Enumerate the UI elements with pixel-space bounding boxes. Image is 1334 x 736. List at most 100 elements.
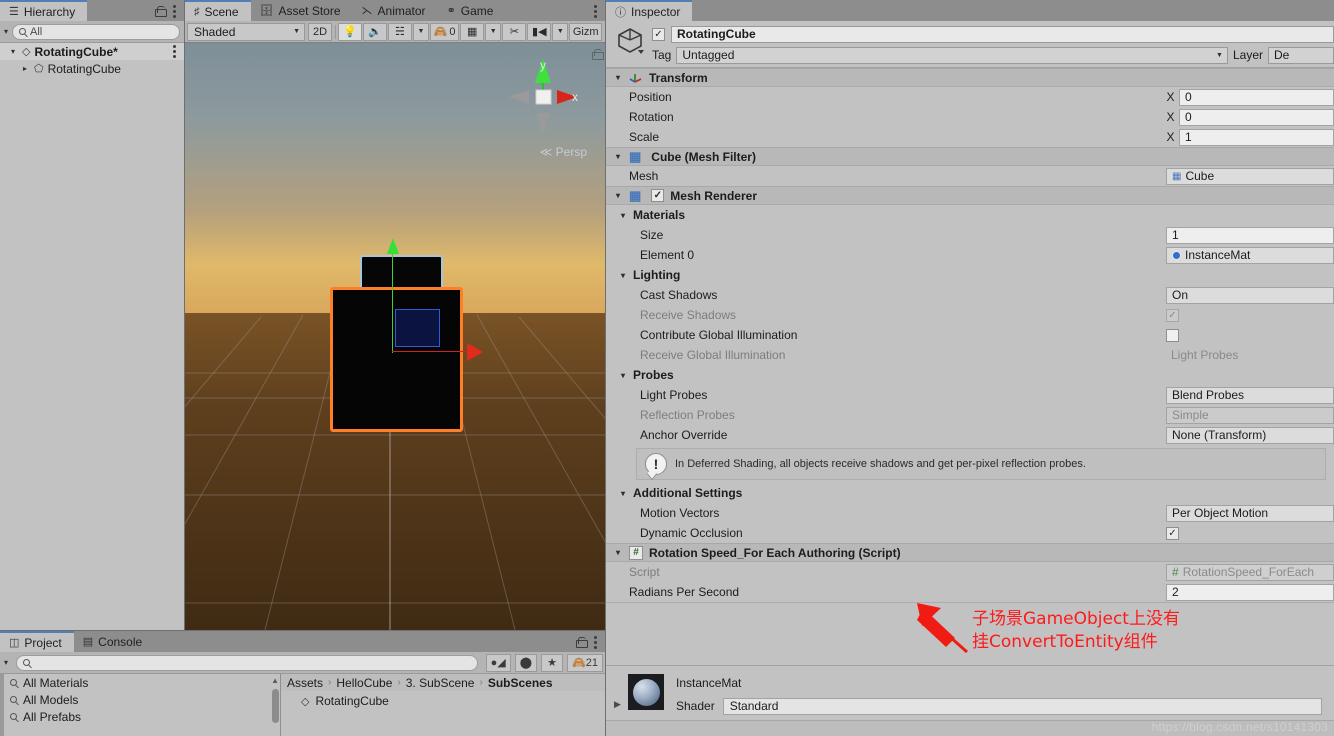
chevron-down-icon[interactable]: ▾ bbox=[8, 47, 18, 56]
chevron-down-icon[interactable]: ▾ bbox=[613, 73, 623, 82]
scene-lighting-toggle[interactable]: 💡 bbox=[337, 22, 362, 41]
additional-settings-group-row[interactable]: ▾ Additional Settings bbox=[606, 483, 1334, 503]
tab-project[interactable]: ◫ Project bbox=[0, 631, 74, 652]
transform-rotation-row: Rotation X 0 bbox=[606, 107, 1334, 127]
chevron-down-icon[interactable]: ▾ bbox=[613, 548, 623, 557]
gameobject-name-input[interactable]: RotatingCube bbox=[671, 25, 1334, 43]
gizmo-axis-y-handle[interactable] bbox=[387, 238, 399, 254]
scene-camera-caret[interactable]: ▼ bbox=[552, 22, 569, 41]
project-search-input[interactable] bbox=[16, 654, 478, 671]
element0-label: Element 0 bbox=[640, 248, 695, 262]
projection-label[interactable]: ≪ Persp bbox=[540, 145, 587, 159]
tab-asset-store[interactable]: 🗄 Asset Store bbox=[250, 0, 353, 21]
panel-resize-handle[interactable] bbox=[0, 674, 4, 736]
scene-menu-icon[interactable] bbox=[594, 5, 597, 18]
chevron-right-icon[interactable]: ▸ bbox=[20, 64, 30, 73]
lighting-group-row[interactable]: ▾ Lighting bbox=[606, 265, 1334, 285]
chevron-down-icon[interactable]: ▾ bbox=[613, 152, 623, 161]
tab-inspector[interactable]: ⓘ Inspector bbox=[606, 0, 693, 21]
chevron-down-icon[interactable]: ▾ bbox=[618, 489, 628, 498]
chevron-down-icon: ▼ bbox=[1216, 51, 1223, 59]
create-menu-icon[interactable]: ▾ bbox=[4, 658, 8, 667]
scene-hidden-objects-button[interactable]: 🙈 0 bbox=[429, 22, 460, 41]
shader-dropdown[interactable]: Standard bbox=[722, 697, 1322, 715]
tag-dropdown[interactable]: Untagged ▼ bbox=[676, 46, 1228, 64]
scroll-up-icon[interactable]: ▲ bbox=[271, 676, 279, 686]
mesh-object-field[interactable]: ▦ Cube bbox=[1166, 167, 1334, 185]
scene-audio-toggle[interactable]: 🔈 bbox=[362, 22, 387, 41]
chevron-right-icon[interactable]: ▶ bbox=[614, 699, 621, 710]
hierarchy-item-rotatingcube-object[interactable]: ▸ ⬠ RotatingCube bbox=[0, 60, 184, 77]
tab-console[interactable]: ▤ Console bbox=[73, 631, 155, 652]
breadcrumb-hellocube[interactable]: HelloCube bbox=[336, 676, 392, 690]
tab-hierarchy[interactable]: ☰ Hierarchy bbox=[0, 0, 88, 21]
project-favorite-all-models[interactable]: All Models bbox=[0, 691, 280, 708]
gizmo-axis-x-handle[interactable] bbox=[467, 343, 483, 361]
hierarchy-item-menu-icon[interactable] bbox=[173, 45, 176, 58]
project-hidden-button[interactable]: 🙈 21 bbox=[567, 653, 603, 672]
cast-shadows-dropdown[interactable]: On bbox=[1166, 286, 1334, 304]
anchor-override-object-field[interactable]: None (Transform) bbox=[1166, 426, 1334, 444]
script-object-field[interactable]: # RotationSpeed_ForEach bbox=[1166, 563, 1334, 581]
size-input[interactable]: 1 bbox=[1166, 226, 1334, 244]
chevron-down-icon[interactable]: ▾ bbox=[618, 211, 628, 220]
chevron-down-icon[interactable]: ▾ bbox=[613, 191, 623, 200]
scene-grid-caret[interactable]: ▼ bbox=[485, 22, 502, 41]
lock-icon[interactable] bbox=[576, 637, 588, 648]
gameobject-enabled-checkbox[interactable]: ✓ bbox=[652, 27, 665, 41]
breadcrumb-subscene[interactable]: 3. SubScene bbox=[406, 676, 475, 690]
project-favorite-all-prefabs[interactable]: All Prefabs bbox=[0, 708, 280, 725]
scene-tools-button[interactable]: ✂ bbox=[502, 22, 527, 41]
tab-scene[interactable]: ♯ Scene bbox=[185, 0, 251, 21]
breadcrumb-assets[interactable]: Assets bbox=[287, 676, 323, 690]
scene-grid-button[interactable]: ▦ bbox=[460, 22, 485, 41]
toggle-2d-button[interactable]: 2D bbox=[308, 22, 332, 41]
filter-by-type-button[interactable]: ●◢ bbox=[485, 653, 511, 672]
component-header-mesh-filter[interactable]: ▾ ▦ Cube (Mesh Filter) bbox=[606, 147, 1334, 166]
materials-group-row[interactable]: ▾ Materials bbox=[606, 205, 1334, 225]
tab-animator[interactable]: ⋋ Animator bbox=[352, 0, 438, 21]
position-x-input[interactable]: 0 bbox=[1179, 88, 1334, 106]
hierarchy-menu-icon[interactable] bbox=[173, 5, 176, 18]
lock-icon[interactable] bbox=[155, 6, 167, 17]
component-header-rotation-speed-script[interactable]: ▾ # Rotation Speed_For Each Authoring (S… bbox=[606, 543, 1334, 562]
layer-dropdown[interactable]: De bbox=[1268, 46, 1334, 64]
chevron-down-icon[interactable]: ▾ bbox=[618, 271, 628, 280]
filter-by-label-button[interactable]: ⬤ bbox=[514, 653, 538, 672]
chevron-down-icon[interactable]: ▾ bbox=[618, 371, 628, 380]
rotation-x-input[interactable]: 0 bbox=[1179, 108, 1334, 126]
scene-viewport[interactable]: y x ≪ Persp bbox=[185, 43, 605, 630]
reflection-probes-label: Reflection Probes bbox=[640, 408, 735, 422]
scale-x-input[interactable]: 1 bbox=[1179, 128, 1334, 146]
contribute-gi-checkbox[interactable]: ✓ bbox=[1166, 328, 1179, 342]
tab-game[interactable]: ⚭ Game bbox=[437, 0, 506, 21]
shader-label: Shader bbox=[676, 699, 715, 713]
gizmo-lock-icon[interactable] bbox=[592, 49, 604, 60]
project-scrollbar[interactable]: ▲ bbox=[271, 676, 279, 734]
hierarchy-search-input[interactable]: All bbox=[12, 23, 180, 40]
element0-object-field[interactable]: InstanceMat bbox=[1166, 246, 1334, 264]
motion-vectors-dropdown[interactable]: Per Object Motion bbox=[1166, 504, 1334, 522]
project-asset-item[interactable]: ◇ RotatingCube bbox=[281, 691, 605, 711]
scene-fx-dropdown[interactable]: ☵ bbox=[387, 22, 412, 41]
scene-orientation-gizmo[interactable]: y x bbox=[503, 53, 583, 143]
light-probes-dropdown[interactable]: Blend Probes bbox=[1166, 386, 1334, 404]
breadcrumb-subscenes[interactable]: SubScenes bbox=[488, 676, 553, 690]
component-header-transform[interactable]: ▾ Transform bbox=[606, 68, 1334, 87]
draw-mode-dropdown[interactable]: Shaded ▼ bbox=[187, 22, 305, 41]
effects-icon: ☵ bbox=[394, 26, 405, 38]
mesh-renderer-enabled-checkbox[interactable]: ✓ bbox=[651, 189, 665, 202]
scene-camera-button[interactable]: ▮◀ bbox=[527, 22, 552, 41]
project-menu-icon[interactable] bbox=[594, 636, 597, 649]
dynamic-occlusion-checkbox[interactable]: ✓ bbox=[1166, 526, 1179, 540]
hierarchy-item-rotatingcube-scene[interactable]: ▾ ◇ RotatingCube* bbox=[0, 43, 184, 60]
radians-input[interactable]: 2 bbox=[1166, 583, 1334, 601]
create-menu-icon[interactable]: ▾ bbox=[4, 27, 8, 36]
component-header-mesh-renderer[interactable]: ▾ ▦ ✓ Mesh Renderer bbox=[606, 186, 1334, 205]
probes-group-row[interactable]: ▾ Probes bbox=[606, 365, 1334, 385]
scene-fx-caret[interactable]: ▼ bbox=[412, 22, 429, 41]
scene-gizmos-button[interactable]: Gizm bbox=[569, 22, 602, 41]
project-asset-label: RotatingCube bbox=[315, 694, 389, 708]
filter-favorites-button[interactable]: ★ bbox=[541, 653, 564, 672]
project-favorite-all-materials[interactable]: All Materials bbox=[0, 674, 280, 691]
